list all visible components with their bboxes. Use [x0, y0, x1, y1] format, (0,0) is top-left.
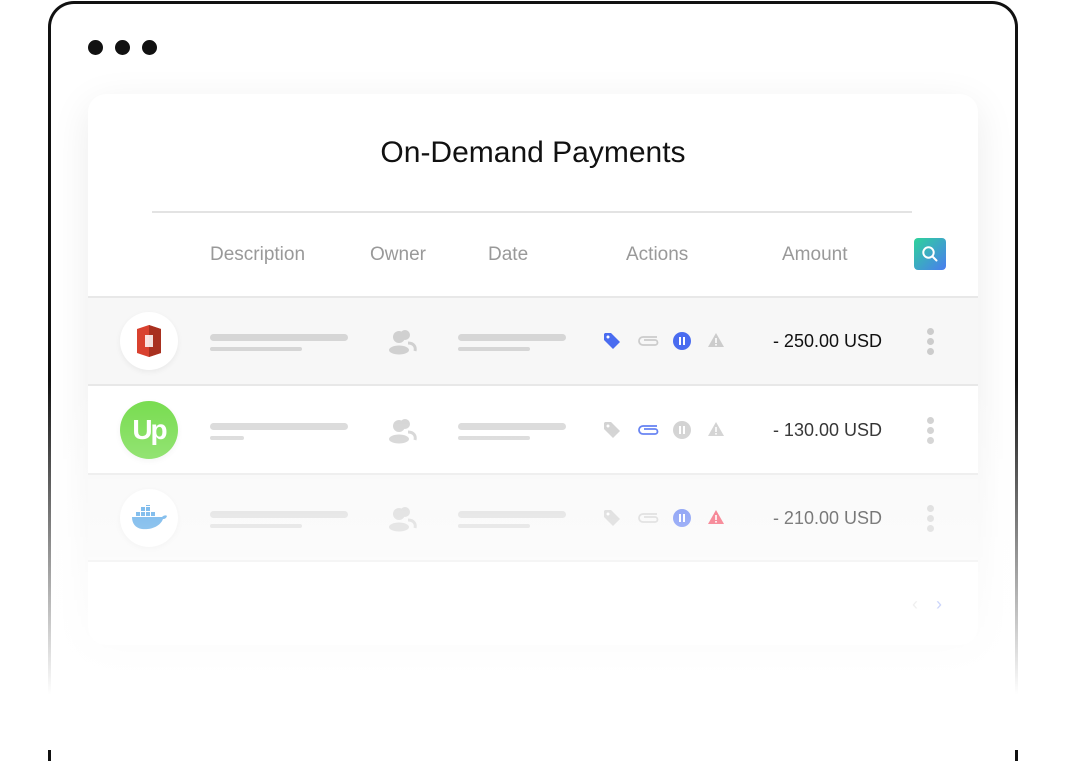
window-dot [142, 40, 157, 55]
attachment-icon[interactable] [637, 333, 659, 347]
page-title: On-Demand Payments [380, 136, 686, 169]
column-owner[interactable]: Owner [370, 244, 426, 266]
description-placeholder [210, 334, 348, 341]
date-placeholder [458, 334, 566, 341]
column-actions[interactable]: Actions [626, 244, 688, 266]
amount: - 250.00 USD [772, 331, 882, 351]
tag-icon[interactable] [602, 331, 622, 351]
window-controls [88, 40, 157, 55]
column-date[interactable]: Date [488, 244, 528, 266]
search-icon [922, 246, 938, 262]
search-button[interactable] [914, 238, 946, 270]
window-dot [115, 40, 130, 55]
owner-group-icon [389, 330, 417, 355]
table-row[interactable]: - 250.00 USD [88, 296, 978, 384]
aws-s3-logo [120, 312, 178, 370]
more-options-icon[interactable] [927, 328, 934, 355]
divider [152, 211, 912, 213]
frame-fade [40, 380, 1030, 750]
description-sub-placeholder [210, 347, 302, 351]
warning-icon[interactable] [707, 332, 725, 348]
column-amount[interactable]: Amount [782, 244, 847, 266]
window-dot [88, 40, 103, 55]
pause-icon[interactable] [673, 332, 691, 350]
date-sub-placeholder [458, 347, 530, 351]
column-description[interactable]: Description [210, 244, 305, 266]
